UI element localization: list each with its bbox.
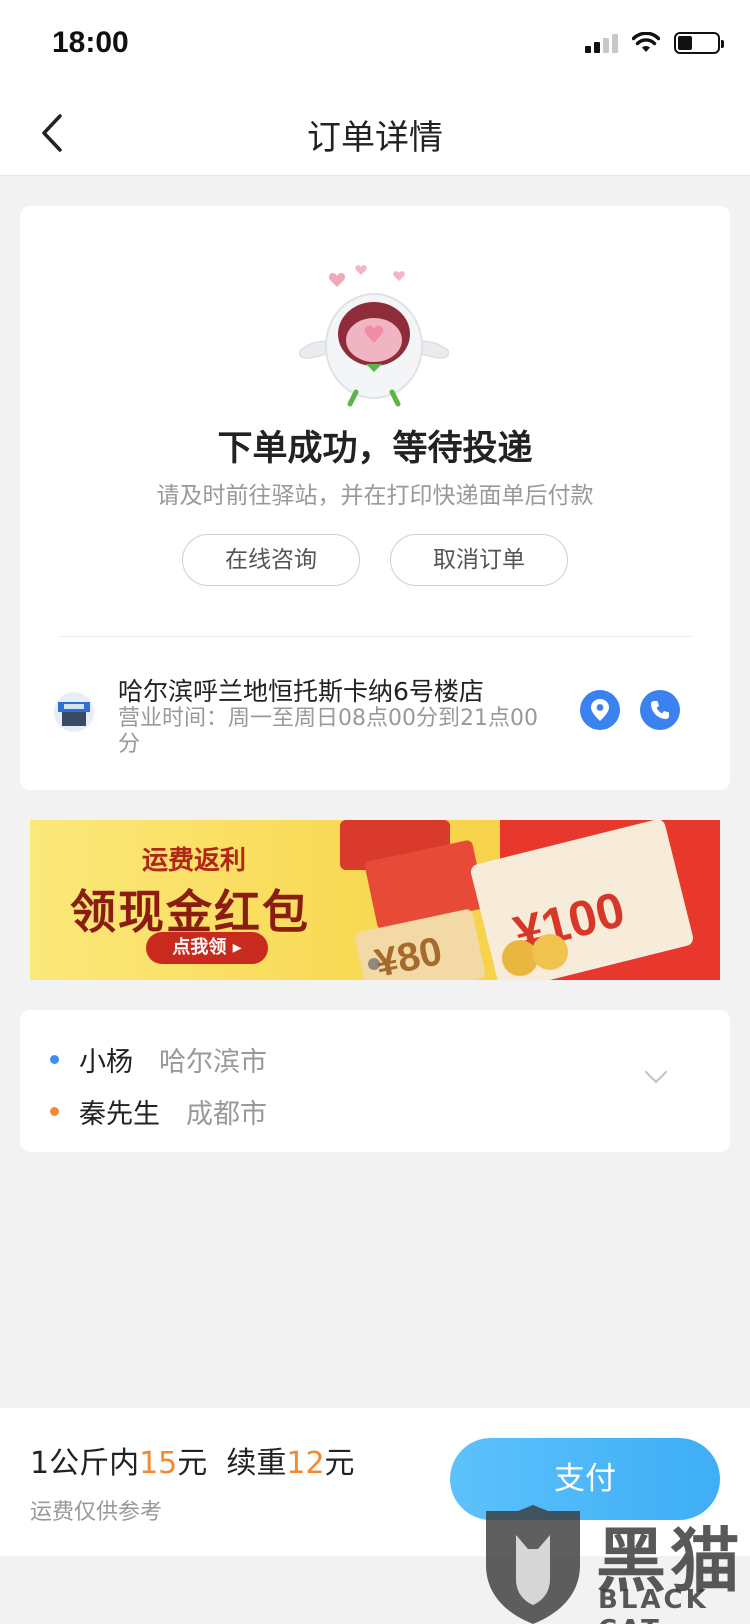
location-button[interactable] [580, 690, 620, 730]
price-prefix: 1公斤内 [30, 1446, 140, 1481]
divider [58, 636, 692, 637]
order-status-title: 下单成功，等待投递 [217, 429, 533, 469]
first-weight-price: 15 [139, 1446, 178, 1481]
sender-row: 小杨 哈尔滨市 [50, 1040, 267, 1079]
black-cat-logo-icon [486, 1505, 580, 1624]
banner-claim-button[interactable]: 点我领 ▸ [146, 932, 268, 964]
price-unit-1: 元 续重 [177, 1446, 287, 1481]
price-unit-2: 元 [324, 1446, 355, 1481]
extra-weight-price: 12 [286, 1446, 325, 1481]
consult-button[interactable]: 在线咨询 [182, 534, 360, 586]
price-summary: 1公斤内15元 续重12元 [30, 1438, 355, 1482]
signal-icon [585, 33, 618, 53]
price-note: 运费仅供参考 [30, 1500, 163, 1525]
mascot-illustration [299, 265, 449, 407]
carousel-indicator [368, 958, 380, 970]
receiver-row: 秦先生 成都市 [50, 1092, 267, 1131]
station-logo [54, 692, 94, 732]
receiver-name: 秦先生 [79, 1099, 160, 1130]
receiver-dot [50, 1107, 59, 1116]
sender-name: 小杨 [79, 1047, 133, 1078]
chevron-down-icon[interactable] [644, 1070, 668, 1084]
watermark: 黑猫 BLACK CAT [478, 1505, 750, 1624]
address-card[interactable]: 小杨 哈尔滨市 秦先生 成都市 [20, 1010, 730, 1152]
status-bar: 18:00 [0, 0, 750, 90]
station-name: 哈尔滨呼兰地恒托斯卡纳6号楼店 [118, 677, 484, 706]
page-title: 订单详情 [307, 118, 443, 158]
location-pin-icon [591, 699, 609, 721]
call-button[interactable] [640, 690, 680, 730]
phone-icon [651, 701, 669, 719]
watermark-en: BLACK CAT [598, 1585, 709, 1624]
sender-dot [50, 1055, 59, 1064]
order-status-card: 下单成功，等待投递 请及时前往驿站，并在打印快递面单后付款 在线咨询 取消订单 … [20, 206, 730, 790]
banner-subtitle: 运费返利 [142, 846, 247, 876]
status-icons [585, 32, 724, 54]
promo-banner[interactable]: ¥80 ¥100 运费返利 领现金红包 点我领 ▸ [30, 820, 720, 980]
battery-icon [674, 32, 724, 54]
status-time: 18:00 [52, 26, 129, 59]
cancel-order-button[interactable]: 取消订单 [390, 534, 568, 586]
order-status-subtitle: 请及时前往驿站，并在打印快递面单后付款 [156, 483, 594, 509]
sender-city: 哈尔滨市 [159, 1047, 267, 1078]
receiver-city: 成都市 [186, 1099, 267, 1130]
wifi-icon [632, 32, 660, 52]
station-hours: 营业时间：周一至周日08点00分到21点00分 [118, 706, 538, 757]
nav-bar: 订单详情 [0, 90, 750, 176]
